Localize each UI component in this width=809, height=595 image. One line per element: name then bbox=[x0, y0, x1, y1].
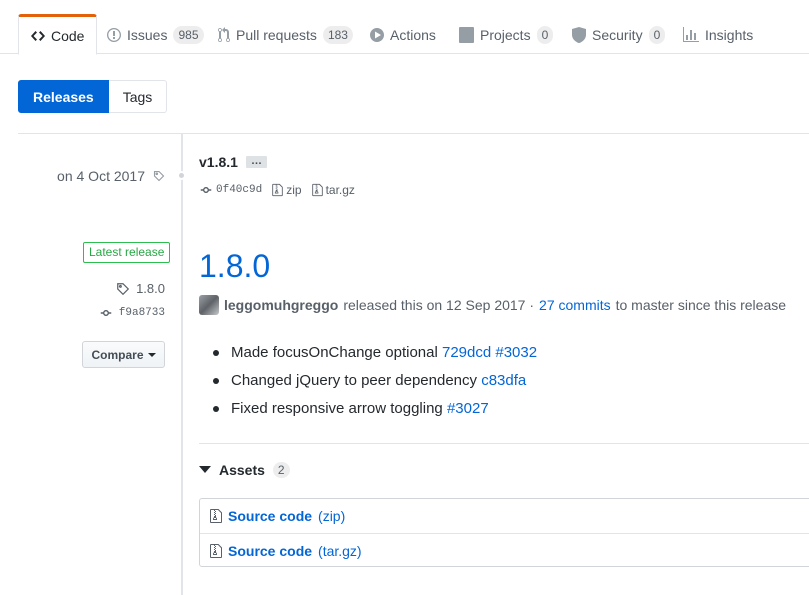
tab-label: Security bbox=[592, 26, 643, 43]
compare-label: Compare bbox=[91, 347, 144, 362]
divider bbox=[18, 133, 809, 134]
expand-ellipsis-button[interactable]: … bbox=[245, 156, 267, 168]
compare-button[interactable]: Compare bbox=[82, 341, 165, 368]
release-title[interactable]: 1.8.0 bbox=[199, 246, 270, 286]
older-release-zip[interactable]: zip bbox=[272, 183, 302, 197]
file-zip-icon bbox=[311, 183, 323, 197]
commit-sha: f9a8733 bbox=[118, 307, 165, 319]
older-release-header: v1.8.1 … bbox=[199, 154, 267, 170]
release-notes: Made focusOnChange optional 729dcd #3032… bbox=[213, 340, 537, 424]
asset-row[interactable]: Source code (zip) bbox=[200, 499, 809, 533]
author-link[interactable]: leggomuhgreggo bbox=[224, 297, 338, 313]
releases-subnav: Releases Tags bbox=[18, 80, 168, 113]
tab-security[interactable]: Security 0 bbox=[560, 14, 677, 55]
release-commit[interactable]: f9a8733 bbox=[99, 307, 165, 319]
issues-count: 985 bbox=[173, 25, 204, 44]
avatar[interactable] bbox=[199, 295, 219, 315]
release-byline: leggomuhgreggo released this on 12 Sep 2… bbox=[199, 295, 786, 315]
tags-tab-button[interactable]: Tags bbox=[108, 80, 168, 113]
released-text: released this on 12 Sep 2017 · bbox=[343, 297, 535, 313]
tag-icon bbox=[117, 282, 130, 295]
assets-toggle[interactable]: Assets 2 bbox=[199, 462, 290, 478]
older-release-commit[interactable]: 0f40c9d bbox=[199, 184, 262, 196]
list-item: Made focusOnChange optional 729dcd #3032 bbox=[213, 340, 537, 368]
asset-name: Source code bbox=[228, 542, 313, 559]
file-zip-icon bbox=[210, 543, 222, 558]
file-zip-icon bbox=[272, 183, 283, 197]
release-tag[interactable]: 1.8.0 bbox=[116, 281, 165, 296]
commit-sha: 0f40c9d bbox=[216, 184, 263, 196]
tab-projects[interactable]: Projects 0 bbox=[447, 14, 565, 55]
project-icon bbox=[459, 26, 474, 43]
tab-label: Projects bbox=[480, 26, 531, 43]
releases-tab-button[interactable]: Releases bbox=[18, 80, 109, 113]
tag-icon bbox=[153, 170, 165, 182]
tab-label: Code bbox=[51, 27, 85, 44]
issue-ref-link[interactable]: #3027 bbox=[447, 400, 489, 417]
projects-count: 0 bbox=[536, 25, 554, 44]
release-date: on 4 Oct 2017 bbox=[57, 168, 145, 184]
assets-count: 2 bbox=[272, 462, 290, 478]
commit-ref-link[interactable]: 729dcd bbox=[442, 344, 491, 361]
shield-icon bbox=[572, 26, 586, 43]
asset-row[interactable]: Source code (tar.gz) bbox=[200, 533, 809, 567]
caret-down-icon bbox=[147, 352, 156, 357]
graph-icon bbox=[683, 26, 699, 42]
play-icon bbox=[370, 27, 384, 42]
older-release-name[interactable]: v1.8.1 bbox=[199, 154, 238, 170]
tab-code[interactable]: Code bbox=[18, 14, 98, 55]
older-release-date: on 4 Oct 2017 bbox=[57, 168, 165, 184]
pull-request-icon bbox=[218, 26, 230, 42]
assets-label: Assets bbox=[219, 462, 265, 478]
divider bbox=[199, 443, 809, 444]
commit-ref-link[interactable]: c83dfa bbox=[481, 372, 526, 389]
list-item: Changed jQuery to peer dependency c83dfa bbox=[213, 368, 537, 396]
pull-requests-count: 183 bbox=[322, 25, 353, 44]
zip-label: zip bbox=[286, 183, 302, 197]
tab-actions[interactable]: Actions bbox=[358, 14, 448, 55]
assets-list: Source code (zip) Source code (tar.gz) bbox=[199, 498, 809, 567]
commit-icon bbox=[200, 187, 212, 193]
tab-label: Issues bbox=[127, 26, 168, 43]
tab-label: Insights bbox=[705, 26, 754, 43]
tab-label: Pull requests bbox=[236, 26, 317, 43]
note-text: Made focusOnChange optional bbox=[231, 344, 438, 361]
tag-name: 1.8.0 bbox=[136, 281, 165, 296]
older-release-targz[interactable]: tar.gz bbox=[311, 183, 355, 197]
list-item: Fixed responsive arrow toggling #3027 bbox=[213, 396, 537, 424]
security-count: 0 bbox=[648, 25, 666, 44]
note-text: Changed jQuery to peer dependency bbox=[231, 372, 478, 389]
commit-icon bbox=[100, 310, 112, 316]
asset-ext: (zip) bbox=[318, 508, 346, 524]
tab-insights[interactable]: Insights bbox=[671, 14, 765, 55]
latest-release-badge: Latest release bbox=[83, 242, 171, 263]
note-text: Fixed responsive arrow toggling bbox=[231, 400, 443, 417]
older-release-meta: 0f40c9d zip tar.gz bbox=[199, 183, 355, 197]
tab-label: Actions bbox=[390, 26, 436, 43]
code-icon bbox=[31, 30, 45, 41]
issue-icon bbox=[107, 27, 121, 42]
repo-tabnav: Code Issues 985 Pull requests 183 Action… bbox=[0, 0, 809, 55]
tab-issues[interactable]: Issues 985 bbox=[95, 14, 216, 55]
timeline-line bbox=[181, 134, 183, 595]
asset-name: Source code bbox=[228, 508, 313, 524]
asset-ext: (tar.gz) bbox=[318, 542, 362, 559]
tab-pull-requests[interactable]: Pull requests 183 bbox=[206, 14, 365, 55]
triangle-down-icon bbox=[199, 466, 211, 473]
timeline-dot bbox=[177, 171, 186, 180]
issue-ref-link[interactable]: #3032 bbox=[495, 344, 537, 361]
file-zip-icon bbox=[210, 509, 222, 523]
since-text: to master since this release bbox=[615, 297, 787, 313]
targz-label: tar.gz bbox=[325, 183, 355, 197]
commits-link[interactable]: 27 commits bbox=[539, 297, 611, 313]
